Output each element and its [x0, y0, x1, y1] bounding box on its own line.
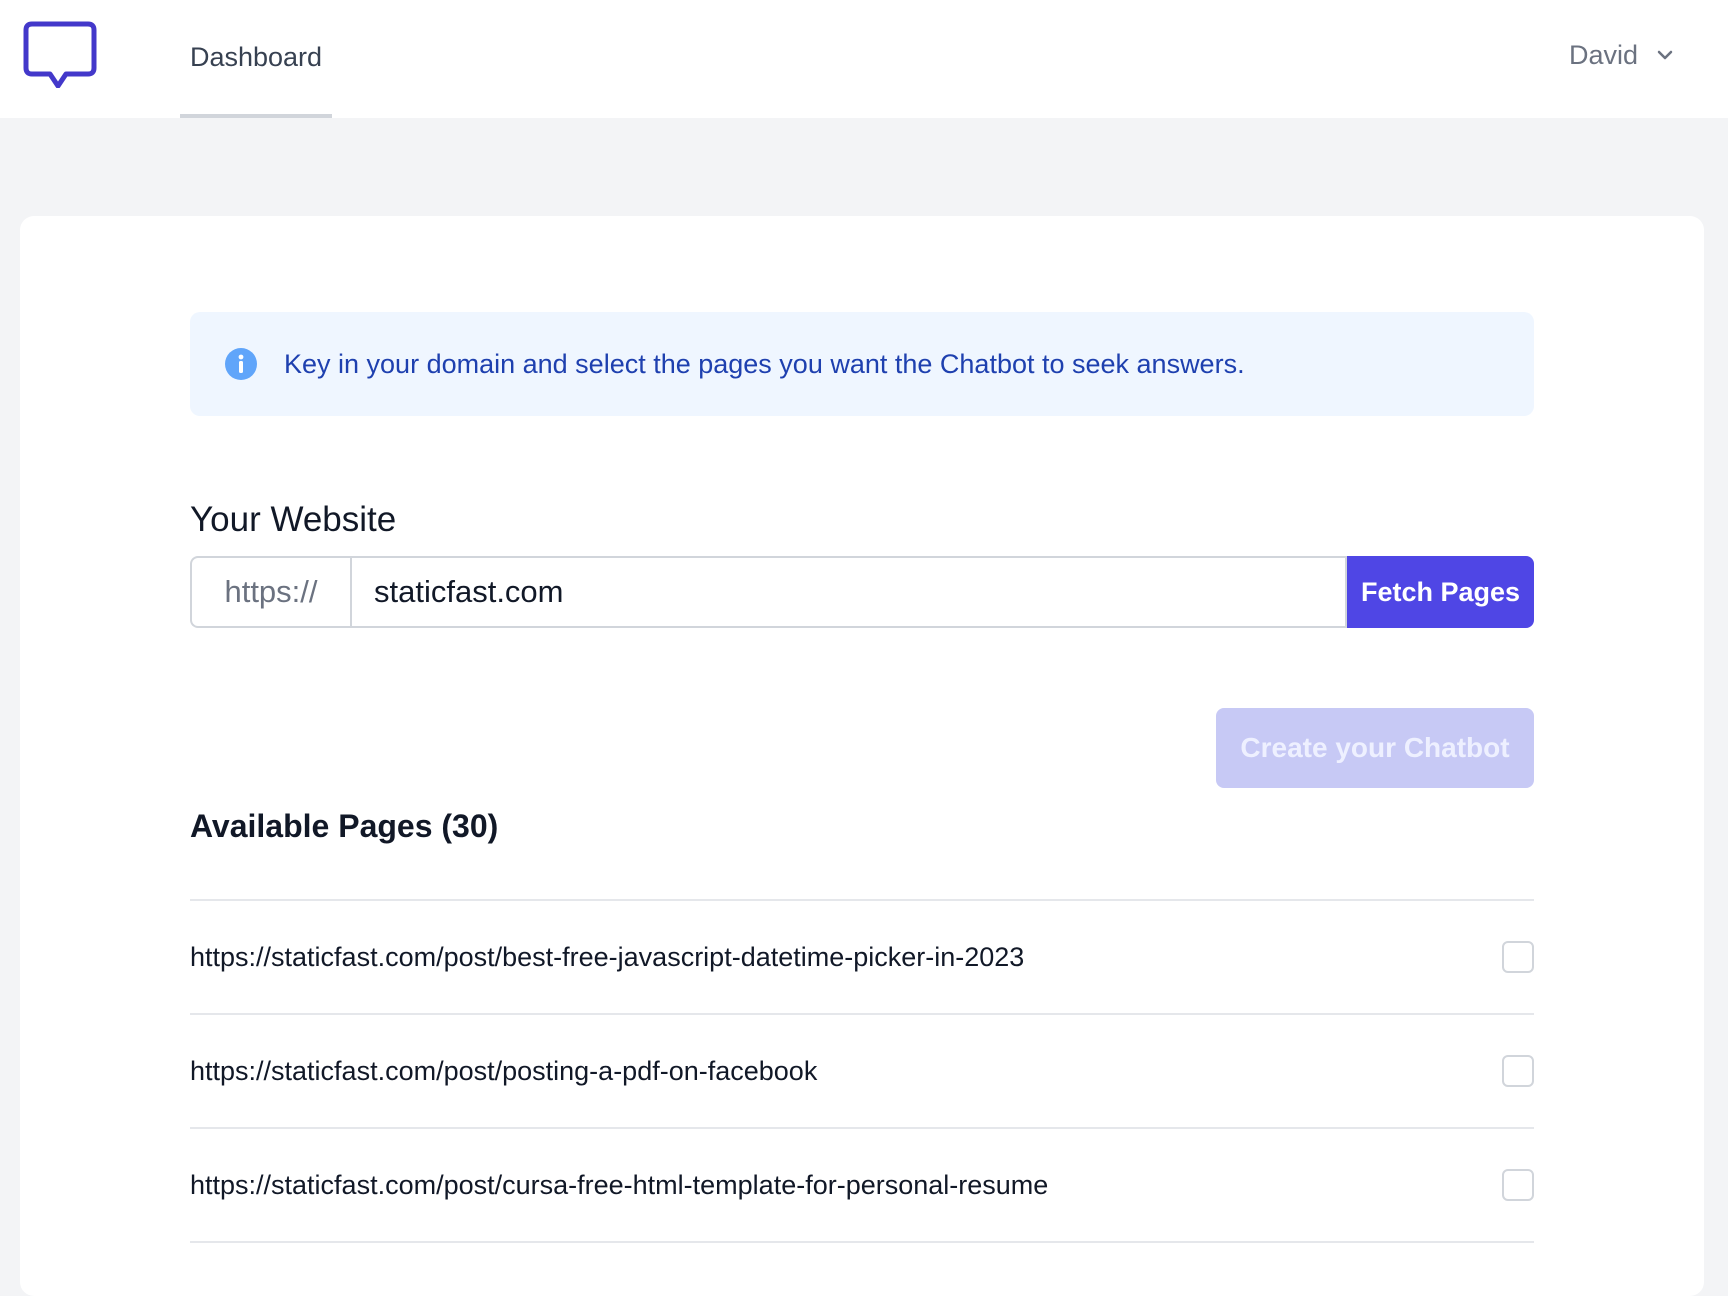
nav-tab-dashboard[interactable]: Dashboard — [180, 0, 332, 118]
main-card: Key in your domain and select the pages … — [20, 216, 1704, 1296]
available-pages-title: Available Pages (30) — [190, 808, 499, 844]
fetch-pages-button[interactable]: Fetch Pages — [1347, 556, 1534, 628]
website-input-group: https:// Fetch Pages — [190, 556, 1534, 628]
main-content: Key in your domain and select the pages … — [190, 312, 1534, 1243]
top-navigation-bar: Dashboard David — [0, 0, 1728, 118]
chat-bubble-logo-icon[interactable] — [22, 20, 98, 88]
url-prefix: https:// — [190, 556, 350, 628]
info-alert: Key in your domain and select the pages … — [190, 312, 1534, 416]
user-menu[interactable]: David — [1569, 30, 1676, 80]
page-url: https://staticfast.com/post/posting-a-pd… — [190, 1055, 818, 1086]
domain-input[interactable] — [350, 556, 1347, 628]
user-name: David — [1568, 39, 1638, 70]
create-chatbot-button[interactable]: Create your Chatbot — [1216, 708, 1534, 788]
page-url: https://staticfast.com/post/best-free-ja… — [190, 941, 1025, 972]
nav-tab-label: Dashboard — [189, 41, 323, 72]
create-row: Create your Chatbot — [190, 708, 1534, 788]
list-item: https://staticfast.com/post/cursa-free-h… — [190, 1129, 1534, 1243]
page-checkbox[interactable] — [1502, 1055, 1534, 1087]
page-checkbox[interactable] — [1502, 941, 1534, 973]
info-alert-text: Key in your domain and select the pages … — [284, 348, 1245, 379]
chevron-down-icon — [1657, 50, 1673, 60]
list-item: https://staticfast.com/post/best-free-ja… — [190, 901, 1534, 1015]
website-label: Your Website — [190, 500, 397, 539]
page-url: https://staticfast.com/post/cursa-free-h… — [190, 1169, 1049, 1200]
page-list: https://staticfast.com/post/best-free-ja… — [190, 899, 1534, 1243]
page-checkbox[interactable] — [1502, 1169, 1534, 1201]
info-icon — [225, 348, 257, 380]
list-item: https://staticfast.com/post/posting-a-pd… — [190, 1015, 1534, 1129]
